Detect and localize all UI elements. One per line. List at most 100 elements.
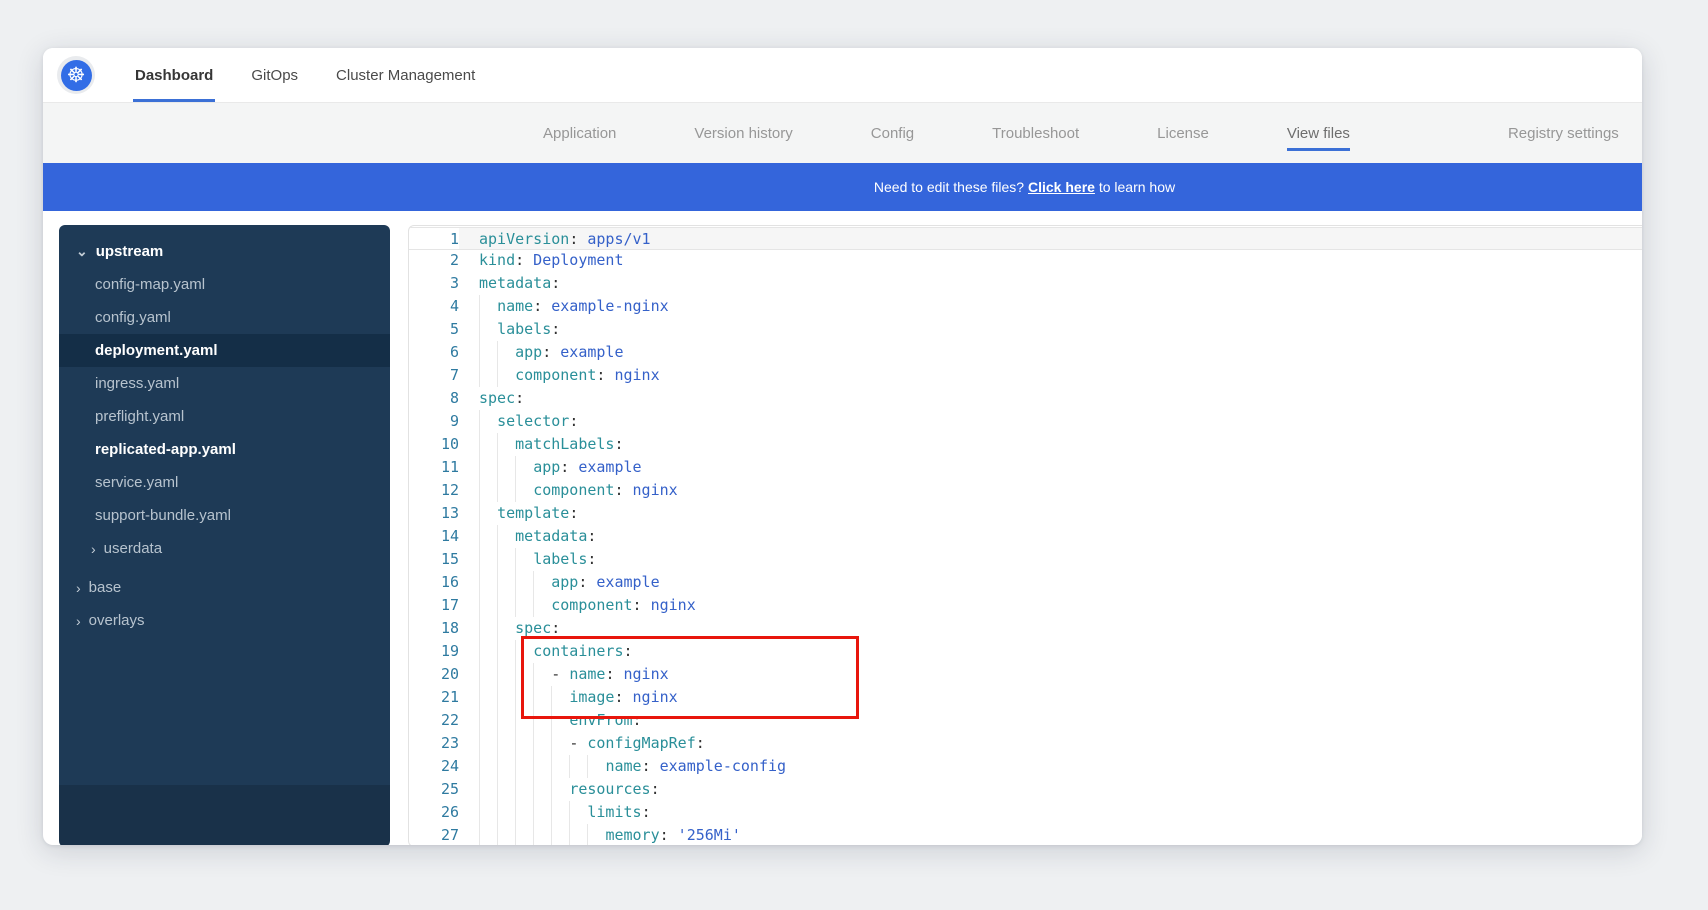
- tree-item-label: deployment.yaml: [95, 342, 218, 359]
- indent-guide: [479, 410, 480, 433]
- topnav-tab-gitops[interactable]: GitOps: [249, 48, 300, 102]
- tab-config[interactable]: Config: [871, 103, 914, 163]
- tree-file-replicated-app-yaml[interactable]: replicated-app.yaml: [59, 433, 390, 466]
- indent-guide: [515, 824, 516, 845]
- indent-guide: [479, 663, 480, 686]
- code-line-17[interactable]: 17 component: nginx: [409, 594, 1642, 617]
- code-text: component: nginx: [459, 364, 1642, 387]
- code-line-11[interactable]: 11 app: example: [409, 456, 1642, 479]
- indent-guide: [479, 640, 480, 663]
- indent-guide: [479, 341, 480, 364]
- indent-guide: [569, 801, 570, 824]
- tab-application[interactable]: Application: [543, 103, 616, 163]
- code-line-2[interactable]: 2kind: Deployment: [409, 249, 1642, 272]
- tree-file-config-map-yaml[interactable]: config-map.yaml: [59, 268, 390, 301]
- indent-guide: [479, 548, 480, 571]
- code-line-5[interactable]: 5 labels:: [409, 318, 1642, 341]
- code-line-21[interactable]: 21 image: nginx: [409, 686, 1642, 709]
- yaml-code-editor[interactable]: 1apiVersion: apps/v12kind: Deployment3me…: [408, 225, 1642, 845]
- code-lines: 1apiVersion: apps/v12kind: Deployment3me…: [409, 226, 1642, 845]
- tree-file-ingress-yaml[interactable]: ingress.yaml: [59, 367, 390, 400]
- code-text: selector:: [459, 410, 1642, 433]
- line-number: 5: [409, 318, 459, 341]
- code-line-6[interactable]: 6 app: example: [409, 341, 1642, 364]
- code-text: spec:: [459, 617, 1642, 640]
- tree-item-label: ingress.yaml: [95, 375, 179, 392]
- code-text: app: example: [459, 456, 1642, 479]
- code-text: memory: '256Mi': [459, 824, 1642, 845]
- chevron-down-icon: ⌄: [76, 243, 88, 260]
- code-text: envFrom:: [459, 709, 1642, 732]
- indent-guide: [533, 686, 534, 709]
- indent-guide: [479, 525, 480, 548]
- tree-folder-upstream[interactable]: ⌄upstream: [59, 235, 390, 268]
- chevron-right-icon: ›: [91, 541, 96, 557]
- tab-license[interactable]: License: [1157, 103, 1209, 163]
- code-line-1[interactable]: 1apiVersion: apps/v1: [409, 227, 1642, 250]
- file-tree-sidebar: ⌄upstreamconfig-map.yamlconfig.yaml deplo…: [59, 225, 390, 845]
- indent-guide: [533, 732, 534, 755]
- edit-files-banner-text: Need to edit these files? Click here to …: [874, 179, 1175, 195]
- tree-file-service-yaml[interactable]: service.yaml: [59, 466, 390, 499]
- code-line-12[interactable]: 12 component: nginx: [409, 479, 1642, 502]
- tab-registry-settings[interactable]: Registry settings: [1508, 103, 1619, 163]
- indent-guide: [515, 801, 516, 824]
- tree-folder-overlays[interactable]: ›overlays: [59, 604, 390, 637]
- code-line-25[interactable]: 25 resources:: [409, 778, 1642, 801]
- indent-guide: [515, 571, 516, 594]
- code-line-27[interactable]: 27 memory: '256Mi': [409, 824, 1642, 845]
- indent-guide: [497, 732, 498, 755]
- tree-folder-base[interactable]: ›base: [59, 571, 390, 604]
- code-line-10[interactable]: 10 matchLabels:: [409, 433, 1642, 456]
- code-line-9[interactable]: 9 selector:: [409, 410, 1642, 433]
- code-line-19[interactable]: 19 containers:: [409, 640, 1642, 663]
- app-section-tabs: Application Version history Config Troubles…: [43, 103, 1642, 163]
- indent-guide: [479, 295, 480, 318]
- indent-guide: [497, 341, 498, 364]
- top-nav-tabs: Dashboard GitOps Cluster Management: [133, 48, 477, 102]
- code-line-8[interactable]: 8spec:: [409, 387, 1642, 410]
- indent-guide: [551, 686, 552, 709]
- indent-guide: [551, 778, 552, 801]
- tab-troubleshoot[interactable]: Troubleshoot: [992, 103, 1079, 163]
- code-line-14[interactable]: 14 metadata:: [409, 525, 1642, 548]
- code-line-3[interactable]: 3metadata:: [409, 272, 1642, 295]
- indent-guide: [497, 663, 498, 686]
- top-navigation-bar: ☸ DashboardGitOpsCluster Management: [43, 48, 1642, 103]
- code-line-23[interactable]: 23 - configMapRef:: [409, 732, 1642, 755]
- line-number: 25: [409, 778, 459, 801]
- line-number: 22: [409, 709, 459, 732]
- tab-view-files[interactable]: View files: [1287, 103, 1350, 163]
- code-line-4[interactable]: 4 name: example-nginx: [409, 295, 1642, 318]
- code-line-7[interactable]: 7 component: nginx: [409, 364, 1642, 387]
- line-number: 7: [409, 364, 459, 387]
- tree-file-support-bundle-yaml[interactable]: support-bundle.yaml: [59, 499, 390, 532]
- indent-guide: [497, 640, 498, 663]
- code-line-18[interactable]: 18 spec:: [409, 617, 1642, 640]
- topnav-tab-dashboard[interactable]: Dashboard: [133, 48, 215, 102]
- code-line-22[interactable]: 22 envFrom:: [409, 709, 1642, 732]
- tree-item-label: support-bundle.yaml: [95, 507, 231, 524]
- code-line-13[interactable]: 13 template:: [409, 502, 1642, 525]
- indent-guide: [533, 778, 534, 801]
- code-line-20[interactable]: 20 - name: nginx: [409, 663, 1642, 686]
- code-line-24[interactable]: 24 name: example-config: [409, 755, 1642, 778]
- indent-guide: [497, 433, 498, 456]
- indent-guide: [515, 548, 516, 571]
- line-number: 18: [409, 617, 459, 640]
- indent-guide: [497, 617, 498, 640]
- code-line-26[interactable]: 26 limits:: [409, 801, 1642, 824]
- click-here-link[interactable]: Click here: [1028, 179, 1095, 195]
- topnav-tab-cluster-management[interactable]: Cluster Management: [334, 48, 477, 102]
- line-number: 9: [409, 410, 459, 433]
- code-line-15[interactable]: 15 labels:: [409, 548, 1642, 571]
- code-line-16[interactable]: 16 app: example: [409, 571, 1642, 594]
- tree-file-preflight-yaml[interactable]: preflight.yaml: [59, 400, 390, 433]
- indent-guide: [533, 801, 534, 824]
- tree-file-deployment-yaml[interactable]: deployment.yaml: [59, 334, 390, 367]
- tab-version-history[interactable]: Version history: [694, 103, 792, 163]
- indent-guide: [479, 617, 480, 640]
- tree-file-config-yaml[interactable]: config.yaml: [59, 301, 390, 334]
- tree-folder-userdata[interactable]: ›userdata: [59, 532, 390, 565]
- code-text: app: example: [459, 341, 1642, 364]
